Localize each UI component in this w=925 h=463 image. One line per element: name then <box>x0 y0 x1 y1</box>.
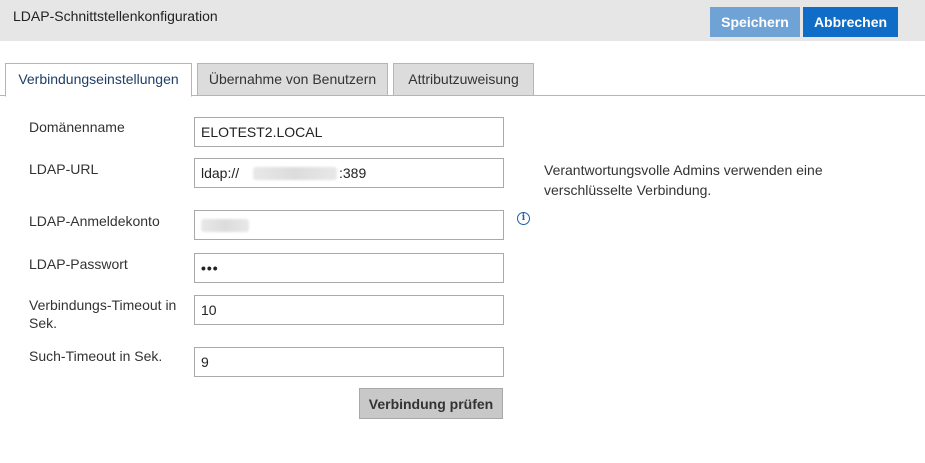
domain-input[interactable]: ELOTEST2.LOCAL <box>194 117 504 147</box>
ldap-url-label: LDAP-URL <box>29 161 99 177</box>
redacted-account <box>201 219 249 232</box>
save-button[interactable]: Speichern <box>710 7 800 37</box>
redacted-host <box>253 167 337 180</box>
ldap-account-label: LDAP-Anmeldekonto <box>29 213 160 229</box>
ldap-password-label: LDAP-Passwort <box>29 256 128 272</box>
domain-label: Domänenname <box>29 119 125 135</box>
check-connection-button[interactable]: Verbindung prüfen <box>359 388 503 419</box>
ldap-password-input[interactable]: ••• <box>194 253 504 283</box>
cancel-button[interactable]: Abbrechen <box>803 7 898 37</box>
connection-timeout-label: Verbindungs-Timeout in Sek. <box>29 297 177 331</box>
tab-bar: Verbindungseinstellungen Übernahme von B… <box>0 63 925 97</box>
page-title: LDAP-Schnittstellenkonfiguration <box>13 8 218 24</box>
ldap-url-prefix: ldap:// <box>201 165 240 181</box>
ldap-url-port: :389 <box>339 165 367 181</box>
header-bar: LDAP-Schnittstellenkonfiguration Speiche… <box>0 0 925 41</box>
info-icon[interactable]: i <box>517 212 530 225</box>
tab-attributzuweisung[interactable]: Attributzuweisung <box>393 63 534 96</box>
search-timeout-input[interactable]: 9 <box>194 347 504 377</box>
tab-uebernahme-von-benutzern[interactable]: Übernahme von Benutzern <box>197 63 388 96</box>
connection-timeout-input[interactable]: 10 <box>194 295 504 325</box>
ldap-account-input[interactable] <box>194 210 504 240</box>
search-timeout-label: Such-Timeout in Sek. <box>29 348 163 364</box>
encryption-hint: Verantwortungsvolle Admins verwenden ein… <box>544 162 823 198</box>
tab-verbindungseinstellungen[interactable]: Verbindungseinstellungen <box>5 63 192 97</box>
ldap-url-input[interactable]: ldap:// :389 <box>194 158 504 188</box>
